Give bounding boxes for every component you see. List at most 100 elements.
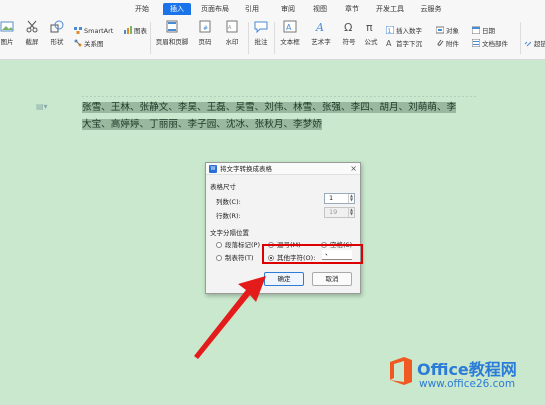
object-label: 对象 (446, 27, 459, 35)
first-letter-label: 首字下沉 (396, 40, 422, 48)
smartart-label: SmartArt (84, 27, 114, 35)
radio-tab[interactable]: 制表符(T) (216, 252, 254, 262)
hyperlink-button[interactable]: 超链接 (524, 39, 545, 49)
office-logo-icon (390, 357, 412, 385)
tab-insert[interactable]: 插入 (163, 3, 191, 15)
comment-button[interactable]: 批注 (252, 20, 270, 46)
page-number-label: 页码 (198, 38, 212, 46)
document-parts-button[interactable]: 文档部件 (472, 39, 508, 49)
svg-text:A: A (386, 39, 392, 47)
tab-view[interactable]: 视图 (311, 3, 329, 15)
first-letter-button[interactable]: A 首字下沉 (386, 39, 422, 49)
dialog-title: 将文字转换成表格 (220, 165, 272, 173)
shapes-label: 形状 (50, 38, 64, 46)
ribbon: 开始 插入 页面布局 引用 审阅 视图 章节 开发工具 云服务 图片 截屏 形状… (0, 0, 545, 60)
radio-paragraph[interactable]: 段落标记(P) (216, 239, 260, 249)
screenshot-label: 截屏 (25, 38, 39, 46)
screenshot-button[interactable]: 截屏 (22, 20, 42, 46)
tab-home[interactable]: 开始 (132, 3, 152, 15)
stepper-arrows-icon: ▲ ▼ (348, 207, 354, 217)
ok-button[interactable]: 确定 (264, 272, 304, 286)
relation-button[interactable]: 关系图 (74, 39, 104, 49)
header-footer-label: 页眉和页脚 (155, 38, 189, 46)
textbox-label: 文本框 (280, 38, 300, 46)
link-icon (524, 41, 532, 47)
textbox-button[interactable]: A 文本框 (277, 20, 303, 46)
watermark-title: Office教程网 (417, 360, 517, 379)
date-button[interactable]: 日期 (472, 26, 495, 36)
paperclip-icon (437, 39, 444, 46)
svg-text:1: 1 (388, 28, 392, 34)
hyperlink-label: 超链接 (534, 40, 545, 48)
radio-dot[interactable] (216, 255, 222, 261)
wps-logo-icon: W (209, 165, 217, 173)
ribbon-divider (274, 22, 275, 54)
omega-icon: Ω (344, 21, 352, 33)
document-parts-label: 文档部件 (482, 40, 508, 48)
columns-label: 列数(C): (216, 198, 241, 206)
header-footer-icon (166, 20, 178, 33)
smartart-button[interactable]: SmartArt (74, 26, 113, 36)
document-parts-icon (472, 39, 480, 47)
calendar-icon (472, 26, 480, 34)
svg-text:A: A (228, 25, 232, 31)
selected-text[interactable]: 张雪、王林、张静文、李昊、王磊、吴雪、刘伟、林雪、张强、李四、胡月、刘萌萌、李大… (82, 102, 457, 130)
relation-label: 关系图 (84, 40, 104, 48)
ribbon-divider (150, 22, 151, 54)
ribbon-tools: 图片 截屏 形状 SmartArt 图表 关系图 页眉和页脚 # 页码 A 水印… (0, 18, 545, 58)
site-watermark: Office教程网 www.office26.com (387, 352, 545, 402)
svg-text:A: A (286, 23, 292, 32)
smartart-icon (74, 27, 82, 34)
watermark-url: www.office26.com (419, 378, 516, 390)
close-icon[interactable]: × (350, 163, 357, 175)
relation-icon (74, 39, 82, 47)
header-footer-button[interactable]: 页眉和页脚 (155, 20, 189, 46)
formula-button[interactable]: π 公式 (363, 20, 379, 46)
radio-tab-label: 制表符(T) (225, 254, 254, 262)
columns-value: 1 (329, 194, 334, 202)
annotation-arrow (194, 276, 266, 359)
tab-references[interactable]: 引用 (243, 3, 261, 15)
radio-dot[interactable] (216, 242, 222, 248)
tab-developer[interactable]: 开发工具 (374, 3, 406, 15)
tab-review[interactable]: 审阅 (279, 3, 297, 15)
watermark-label: 水印 (225, 38, 239, 46)
highlight-box (262, 244, 363, 264)
watermark-button[interactable]: A 水印 (221, 20, 243, 46)
comment-icon (254, 21, 268, 33)
attachment-label: 附件 (446, 40, 459, 48)
comment-label: 批注 (254, 38, 268, 46)
picture-label: 图片 (0, 38, 14, 46)
pi-icon: π (366, 21, 373, 33)
tab-section[interactable]: 章节 (343, 3, 361, 15)
attachment-button[interactable]: 附件 (436, 39, 459, 49)
svg-text:Ω: Ω (344, 21, 352, 33)
insert-number-button[interactable]: 1 插入数字 (386, 26, 422, 36)
shapes-button[interactable]: 形状 (47, 20, 67, 46)
symbol-button[interactable]: Ω 符号 (340, 20, 358, 46)
tab-cloud[interactable]: 云服务 (418, 3, 444, 15)
symbol-label: 符号 (342, 38, 356, 46)
cancel-button[interactable]: 取消 (312, 272, 352, 286)
date-label: 日期 (482, 27, 495, 35)
wordart-button[interactable]: A 艺术字 (308, 20, 334, 46)
picture-button[interactable]: 图片 (0, 20, 16, 46)
dialog-titlebar[interactable]: W 将文字转换成表格 × (206, 163, 360, 175)
wordart-label: 艺术字 (311, 38, 331, 46)
chart-button[interactable]: 图表 (124, 26, 147, 36)
ribbon-divider (248, 22, 249, 54)
tab-page-layout[interactable]: 页面布局 (199, 3, 231, 15)
svg-text:#: # (203, 25, 208, 32)
paragraph-handle-icon[interactable]: ▤▾ (36, 102, 48, 111)
drop-cap-icon: A (386, 39, 392, 47)
document-body[interactable]: 张雪、王林、张静文、李昊、王磊、吴雪、刘伟、林雪、张强、李四、胡月、刘萌萌、李大… (82, 99, 464, 133)
scissors-icon (26, 20, 38, 33)
wordart-icon: A (315, 21, 324, 33)
ribbon-tabs: 开始 插入 页面布局 引用 审阅 视图 章节 开发工具 云服务 (0, 0, 545, 16)
columns-stepper[interactable]: 1 ▲ ▼ (324, 193, 355, 204)
number-icon: 1 (386, 26, 394, 34)
watermark-icon: A (226, 20, 238, 33)
stepper-arrows-icon[interactable]: ▲ ▼ (348, 194, 354, 203)
page-number-button[interactable]: # 页码 (194, 20, 216, 46)
object-button[interactable]: 对象 (436, 26, 459, 36)
